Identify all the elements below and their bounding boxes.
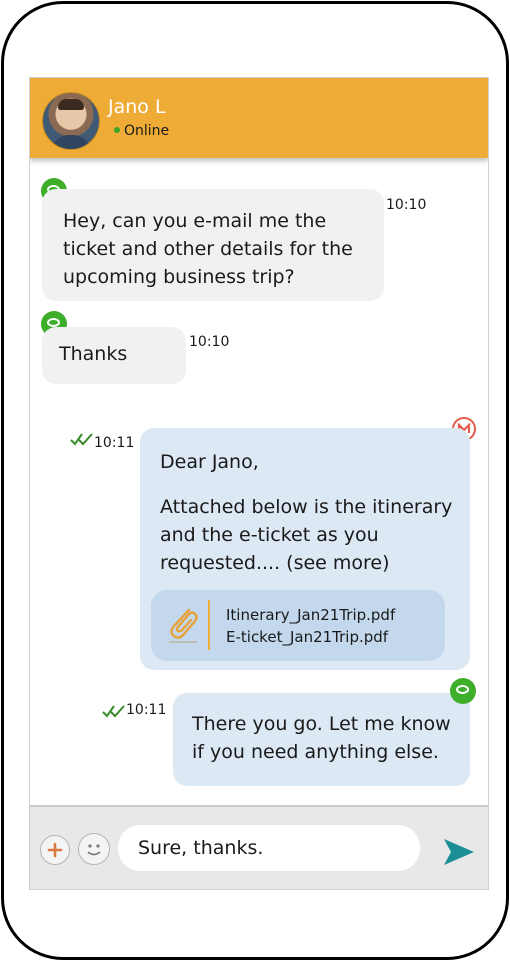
chat-header: Jano L Online [30,78,488,158]
message-time: 10:11 [94,435,135,451]
message-time: 10:10 [189,334,230,350]
message-text: Hey, can you e-mail me the ticket and ot… [63,210,353,288]
message-text: Thanks [59,343,128,365]
attachment-file-link[interactable]: Itinerary_Jan21Trip.pdf [226,606,395,624]
smiley-icon [87,844,101,856]
send-button[interactable] [442,837,476,867]
double-check-icon [70,433,93,446]
attachment-divider [208,600,210,650]
message-time: 10:11 [126,702,167,718]
chat-screen: Jano L Online Hey, can you e-mail me the… [29,77,489,890]
email-greeting: Dear Jano, [160,451,259,473]
message-bubble-outgoing[interactable]: Dear Jano, Attached below is the itinera… [140,428,470,670]
attachment-box[interactable]: Itinerary_Jan21Trip.pdf E-ticket_Jan21Tr… [151,590,445,661]
attachment-file-link[interactable]: E-ticket_Jan21Trip.pdf [226,628,388,646]
message-bubble-incoming[interactable]: Thanks [42,327,186,384]
avatar[interactable] [42,92,100,150]
message-bubble-outgoing[interactable]: There you go. Let me know if you need an… [173,693,470,786]
message-text[interactable]: Attached below is the itinerary and the … [160,493,452,577]
double-check-icon [102,705,125,718]
add-attachment-button[interactable] [40,835,70,865]
phone-frame: Jano L Online Hey, can you e-mail me the… [1,1,509,960]
online-status-dot [114,127,120,133]
emoji-button[interactable] [78,833,110,865]
paperclip-icon [169,608,198,643]
message-text: There you go. Let me know if you need an… [192,713,451,763]
chat-icon [450,678,476,704]
contact-name[interactable]: Jano L [108,96,166,118]
contact-status: Online [124,123,170,139]
composer-bar [30,805,488,889]
message-time: 10:10 [386,197,427,213]
message-bubble-incoming[interactable]: Hey, can you e-mail me the ticket and ot… [42,189,384,301]
message-input[interactable] [118,825,420,871]
plus-icon [47,842,63,858]
